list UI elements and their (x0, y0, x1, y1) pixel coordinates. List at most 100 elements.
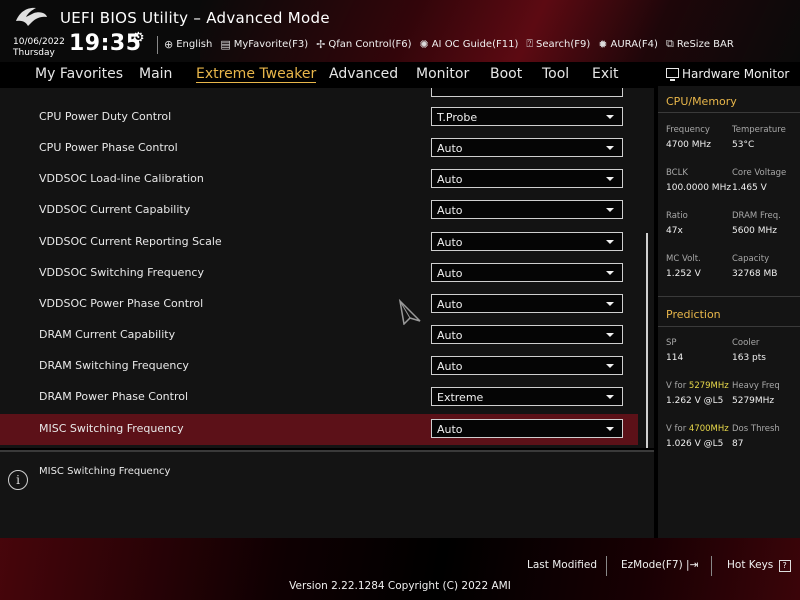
capacity-label: Capacity (732, 254, 770, 264)
temperature-label: Temperature (732, 125, 786, 135)
language-button[interactable]: ⊕ English (164, 37, 212, 51)
toolbar: ⊕ English ▤ MyFavorite(F3) ✢ Qfan Contro… (164, 37, 742, 51)
caret-down-icon (606, 395, 614, 399)
caret-down-icon (606, 302, 614, 306)
setting-dropdown[interactable]: Auto (431, 138, 623, 157)
ratio-value: 47x (666, 226, 683, 236)
header-divider (157, 36, 158, 54)
info-icon: i (8, 470, 28, 490)
setting-dropdown[interactable]: Auto (431, 294, 623, 313)
globe-icon: ⊕ (164, 37, 174, 51)
scrollbar[interactable] (646, 233, 648, 448)
header-bar: UEFI BIOS Utility – Advanced Mode 10/06/… (0, 0, 800, 62)
heavy-freq-value: 5279MHz (732, 396, 775, 406)
setting-row-vddsoc-switching-frequency[interactable]: VDDSOC Switching Frequency Auto (0, 258, 640, 289)
rog-logo-icon (16, 7, 47, 26)
aura-label: AURA(F4) (610, 38, 658, 50)
tab-my-favorites[interactable]: My Favorites (35, 66, 123, 82)
cooler-label: Cooler (732, 338, 760, 348)
qfan-control-label: Qfan Control(F6) (328, 38, 412, 50)
partial-dropdown-above[interactable] (431, 88, 623, 97)
gear-icon[interactable]: ⚙ (132, 30, 145, 46)
setting-label: VDDSOC Power Phase Control (39, 297, 204, 310)
cooler-value: 163 pts (732, 353, 766, 363)
heavy-freq-label: Heavy Freq (732, 381, 780, 391)
question-icon: ⍰ (526, 37, 533, 50)
setting-row-cpu-power-duty-control[interactable]: CPU Power Duty Control T.Probe (0, 102, 640, 133)
qfan-control-button[interactable]: ✢ Qfan Control(F6) (316, 37, 411, 51)
setting-dropdown[interactable]: Extreme (431, 387, 623, 406)
ezmode-label: EzMode(F7) (621, 559, 683, 571)
dropdown-value: Auto (437, 236, 463, 249)
setting-dropdown[interactable]: Auto (431, 232, 623, 251)
tab-main[interactable]: Main (139, 66, 172, 82)
caret-down-icon (606, 240, 614, 244)
aura-button[interactable]: ✹ AURA(F4) (598, 37, 658, 51)
setting-label: DRAM Switching Frequency (39, 359, 189, 372)
dropdown-value: Auto (437, 423, 463, 436)
setting-label: CPU Power Phase Control (39, 141, 178, 154)
core-voltage-value: 1.465 V (732, 183, 767, 193)
hardware-monitor-title: Hardware Monitor (682, 67, 790, 81)
page-title: UEFI BIOS Utility – Advanced Mode (60, 9, 330, 27)
setting-row-misc-switching-frequency[interactable]: MISC Switching Frequency Auto (0, 414, 638, 445)
setting-dropdown[interactable]: Auto (431, 169, 623, 188)
capacity-value: 32768 MB (732, 269, 778, 279)
search-label: Search(F9) (535, 38, 591, 50)
core-voltage-label: Core Voltage (732, 168, 787, 178)
tab-boot[interactable]: Boot (490, 66, 522, 82)
setting-row-cpu-power-phase-control[interactable]: CPU Power Phase Control Auto (0, 133, 640, 164)
setting-label: VDDSOC Load-line Calibration (39, 172, 204, 185)
tab-extreme-tweaker[interactable]: Extreme Tweaker (196, 66, 317, 83)
caret-down-icon (606, 364, 614, 368)
time-display: 19:35 (69, 31, 142, 56)
hot-keys-button[interactable]: Hot Keys ? (727, 559, 791, 572)
caret-down-icon (606, 115, 614, 119)
setting-row-vddsoc-current-capability[interactable]: VDDSOC Current Capability Auto (0, 195, 640, 226)
setting-dropdown[interactable]: Auto (431, 200, 623, 219)
setting-dropdown[interactable]: Auto (431, 419, 623, 438)
last-modified-button[interactable]: Last Modified (527, 559, 597, 571)
ezmode-button[interactable]: EzMode(F7) |⇥ (621, 559, 698, 571)
ai-oc-guide-button[interactable]: ✺ AI OC Guide(F11) (420, 37, 519, 51)
mc-volt-value: 1.252 V (666, 269, 701, 279)
help-panel: i MISC Switching Frequency (0, 450, 654, 538)
resize-bar-button[interactable]: ⧉ ReSize BAR (666, 37, 734, 51)
myfavorite-button[interactable]: ▤ MyFavorite(F3) (220, 37, 308, 51)
setting-row-vddsoc-current-reporting-scale[interactable]: VDDSOC Current Reporting Scale Auto (0, 227, 640, 258)
v-for-prefix: V for (666, 381, 687, 391)
question-icon: ? (778, 560, 791, 572)
dram-freq-label: DRAM Freq. (732, 211, 781, 221)
setting-row-dram-power-phase-control[interactable]: DRAM Power Phase Control Extreme (0, 382, 640, 413)
setting-dropdown[interactable]: T.Probe (431, 107, 623, 126)
tab-tool[interactable]: Tool (542, 66, 569, 82)
setting-label: DRAM Current Capability (39, 328, 176, 341)
search-button[interactable]: ⍰ Search(F9) (526, 37, 590, 51)
caret-down-icon (606, 177, 614, 181)
aura-icon: ✹ (598, 37, 608, 51)
setting-row-vddsoc-load-line-calibration[interactable]: VDDSOC Load-line Calibration Auto (0, 164, 640, 195)
settings-list[interactable]: CPU Power Duty Control T.Probe CPU Power… (0, 88, 654, 448)
hardware-monitor-panel: Hardware Monitor CPU/Memory Frequency Te… (658, 62, 800, 538)
bclk-label: BCLK (666, 168, 688, 178)
hot-keys-label: Hot Keys (727, 559, 774, 571)
v-for-current-value: 1.026 V @L5 (666, 439, 724, 449)
setting-row-dram-switching-frequency[interactable]: DRAM Switching Frequency Auto (0, 351, 640, 382)
sp-value: 114 (666, 353, 684, 363)
setting-label: VDDSOC Current Reporting Scale (39, 235, 222, 248)
footer-bar: Last Modified EzMode(F7) |⇥ Hot Keys ? V… (0, 538, 800, 600)
setting-row-vddsoc-power-phase-control[interactable]: VDDSOC Power Phase Control Auto (0, 289, 640, 320)
dos-thresh-value: 87 (732, 439, 744, 449)
tab-monitor[interactable]: Monitor (416, 66, 469, 82)
setting-dropdown[interactable]: Auto (431, 356, 623, 375)
resize-bar-label: ReSize BAR (676, 38, 734, 50)
dropdown-value: Auto (437, 173, 463, 186)
v-for-current-label: V for 4700MHz (666, 424, 729, 434)
tab-exit[interactable]: Exit (592, 66, 619, 82)
setting-label: VDDSOC Switching Frequency (39, 266, 204, 279)
setting-dropdown[interactable]: Auto (431, 263, 623, 282)
setting-dropdown[interactable]: Auto (431, 325, 623, 344)
tab-advanced[interactable]: Advanced (329, 66, 398, 82)
setting-row-dram-current-capability[interactable]: DRAM Current Capability Auto (0, 320, 640, 351)
setting-label: DRAM Power Phase Control (39, 390, 189, 403)
